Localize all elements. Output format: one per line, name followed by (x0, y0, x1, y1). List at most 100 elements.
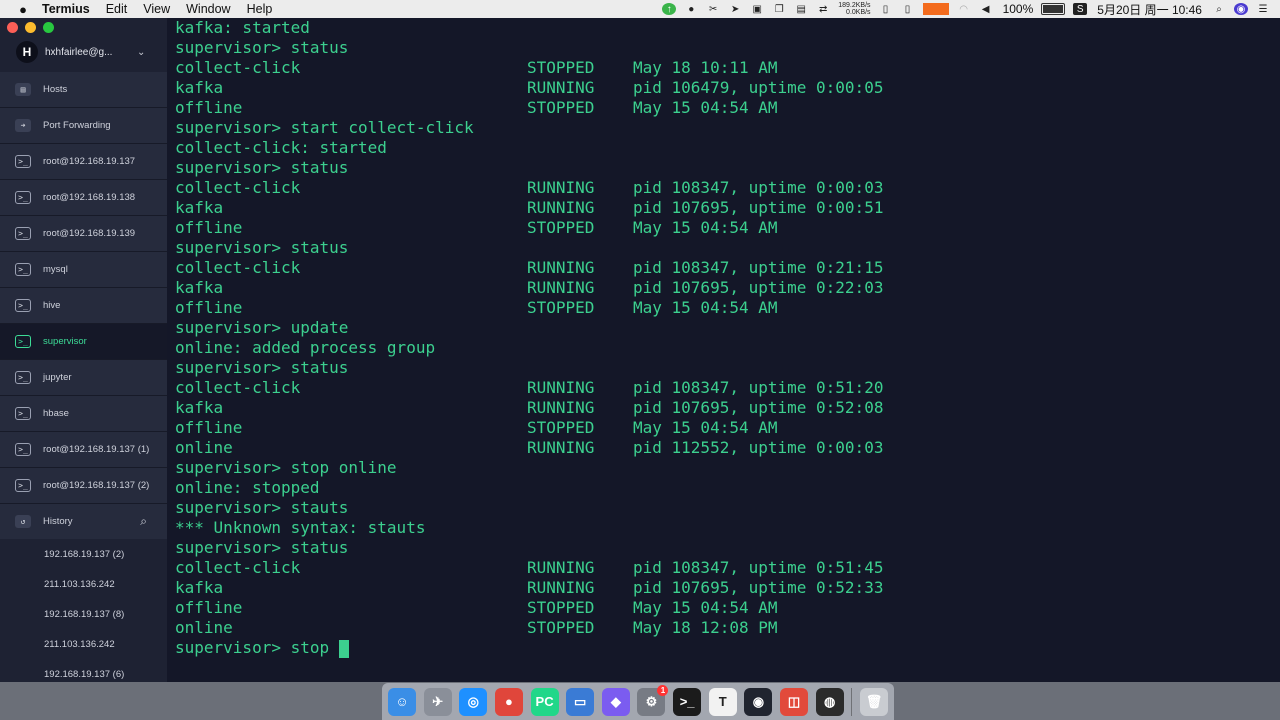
parallels-icon[interactable]: ◫ (780, 687, 809, 716)
process-name: kafka (175, 398, 224, 417)
wifi-icon[interactable]: ◠ (957, 3, 971, 15)
terminal-line-text: *** Unknown syntax: stauts (175, 518, 426, 537)
hosts-icon: ▤ (15, 83, 31, 96)
menu-bar: ● Termius Edit View Window Help ↑ ● ✂ ➤ … (0, 0, 1280, 19)
sidebar-item-hive[interactable]: >_ hive (0, 288, 167, 324)
terminal-line: supervisor> stop online (175, 458, 1280, 478)
process-state: STOPPED (527, 618, 595, 637)
scissors-icon[interactable]: ✂ (706, 3, 720, 15)
history-label: History (43, 516, 73, 527)
dock-separator (851, 687, 853, 716)
menu-view[interactable]: View (143, 2, 170, 16)
pycharm-icon[interactable]: PC (530, 687, 559, 716)
process-info: pid 112552, uptime 0:00:03 (633, 438, 884, 457)
window-controls (7, 22, 54, 33)
history-item[interactable]: 192.168.19.137 (2) (0, 539, 167, 569)
history-item[interactable]: 211.103.136.242 (0, 569, 167, 599)
clock[interactable]: 5月20日 周一 10:46 (1097, 1, 1202, 18)
account-switcher[interactable]: H hxhfairlee@g... ⌄ (0, 40, 167, 64)
zoom-window-button[interactable] (43, 22, 54, 33)
battery-icon[interactable] (1041, 3, 1066, 15)
terminal-line: supervisor> status (175, 238, 1280, 258)
terminal-prompt: supervisor> stop (175, 638, 339, 657)
sidebar-item-root-137[interactable]: >_ root@192.168.19.137 (0, 144, 167, 180)
search-icon[interactable]: ⌕ (140, 514, 147, 529)
docker-icon[interactable]: ▤ (794, 3, 808, 15)
terminal-line: collect-click RUNNING pid 108347, uptime 0… (175, 378, 1280, 398)
terminal-app-icon[interactable]: >_ (673, 687, 702, 716)
record-icon[interactable]: ● (684, 3, 698, 15)
siri-icon[interactable]: ◉ (1234, 3, 1248, 15)
copy-icon[interactable]: ❐ (772, 3, 786, 15)
termius-dock-icon[interactable]: ◉ (744, 687, 773, 716)
history-section-header[interactable]: ↺ History ⌕ (0, 504, 167, 539)
notification-center-icon[interactable]: ☰ (1256, 3, 1270, 15)
sidebar-item-root-138[interactable]: >_ root@192.168.19.138 (0, 180, 167, 216)
sidebar-item-jupyter[interactable]: >_ jupyter (0, 360, 167, 396)
dock-glyph: ◎ (467, 693, 479, 709)
process-name: kafka (175, 278, 224, 297)
finder-icon[interactable]: ☺ (388, 687, 416, 716)
process-name: offline (175, 218, 243, 237)
process-name: online (175, 618, 233, 637)
trash-icon[interactable]: 🗑 (859, 687, 888, 716)
spotlight-icon[interactable]: ⌕ (1212, 3, 1226, 15)
process-info: May 15 04:54 AM (633, 598, 778, 617)
sidebar-item-hosts[interactable]: ▤ Hosts (0, 72, 167, 108)
menu-window[interactable]: Window (186, 2, 230, 16)
process-info: pid 107695, uptime 0:52:33 (633, 578, 884, 597)
volume-icon[interactable]: ◀ (979, 3, 993, 15)
terminal-line: collect-click: started (175, 138, 1280, 158)
terminal-lines: kafka: started supervisor> status collect-… (175, 18, 1280, 638)
process-state: RUNNING (527, 438, 595, 457)
screenshot-icon[interactable]: ▣ (750, 3, 764, 15)
menu-extras: ↑ ● ✂ ➤ ▣ ❐ ▤ ⇄ 189.2KB/s 0.0KB/s ▯ ▯ ◠ … (658, 0, 1280, 18)
avatar: H (16, 41, 38, 63)
menu-app-name[interactable]: Termius (42, 2, 90, 16)
disk-icon[interactable]: ▯ (901, 3, 915, 15)
input-method-icon[interactable]: S (1073, 3, 1088, 15)
history-item[interactable]: 211.103.136.242 (0, 629, 167, 659)
chrome-icon[interactable]: ● (494, 687, 523, 716)
terminal-line-text: supervisor> stauts (175, 498, 349, 517)
sidebar-item-root-137-2[interactable]: >_ root@192.168.19.137 (2) (0, 468, 167, 504)
account-name: hxhfairlee@g... (45, 46, 113, 58)
update-icon[interactable]: ↑ (662, 3, 677, 15)
battery-percent: 100% (1002, 2, 1034, 16)
menu-edit[interactable]: Edit (106, 2, 128, 16)
menu-help[interactable]: Help (247, 2, 273, 16)
sidebar-item-root-139[interactable]: >_ root@192.168.19.139 (0, 216, 167, 252)
memory-icon[interactable]: ▯ (879, 3, 893, 15)
cpu-graph-icon[interactable] (922, 3, 949, 15)
terminal-line: offline STOPPED May 15 04:54 AM (175, 298, 1280, 318)
obs-icon[interactable]: ◍ (815, 687, 844, 716)
terminal-icon: >_ (15, 191, 31, 204)
sidebar-item-supervisor[interactable]: >_ supervisor (0, 324, 167, 360)
history-item[interactable]: 192.168.19.137 (8) (0, 599, 167, 629)
process-state: STOPPED (527, 218, 595, 237)
close-window-button[interactable] (7, 22, 18, 33)
send-icon[interactable]: ➤ (728, 3, 742, 15)
history-item[interactable]: 192.168.19.137 (6) (0, 659, 167, 682)
process-name: offline (175, 98, 243, 117)
process-name: collect-click (175, 178, 301, 197)
keynote-icon[interactable]: ▭ (566, 687, 595, 716)
minimize-window-button[interactable] (25, 22, 36, 33)
sidebar-item-root-137-1[interactable]: >_ root@192.168.19.137 (1) (0, 432, 167, 468)
launchpad-icon[interactable]: ✈ (423, 687, 452, 716)
sidebar-item-hbase[interactable]: >_ hbase (0, 396, 167, 432)
terminal-icon: >_ (15, 443, 31, 456)
system-preferences-icon[interactable]: ⚙ 1 (637, 684, 669, 716)
apple-menu-icon[interactable]: ● (10, 2, 36, 17)
terminal-prompt-line[interactable]: supervisor> stop (175, 638, 1280, 658)
typora-icon[interactable]: T (708, 687, 737, 716)
sync-icon[interactable]: ⇄ (816, 3, 830, 15)
sidebar-item-label: root@192.168.19.137 (1) (43, 444, 150, 455)
sidebar-item-port-forwarding[interactable]: ➜ Port Forwarding (0, 108, 167, 144)
terminal-output[interactable]: kafka: started supervisor> status collect-… (167, 18, 1280, 682)
vpn-icon[interactable]: ◆ (601, 687, 630, 716)
process-name: collect-click (175, 58, 301, 77)
terminal-line: supervisor> status (175, 38, 1280, 58)
sidebar-item-mysql[interactable]: >_ mysql (0, 252, 167, 288)
safari-icon[interactable]: ◎ (459, 687, 488, 716)
